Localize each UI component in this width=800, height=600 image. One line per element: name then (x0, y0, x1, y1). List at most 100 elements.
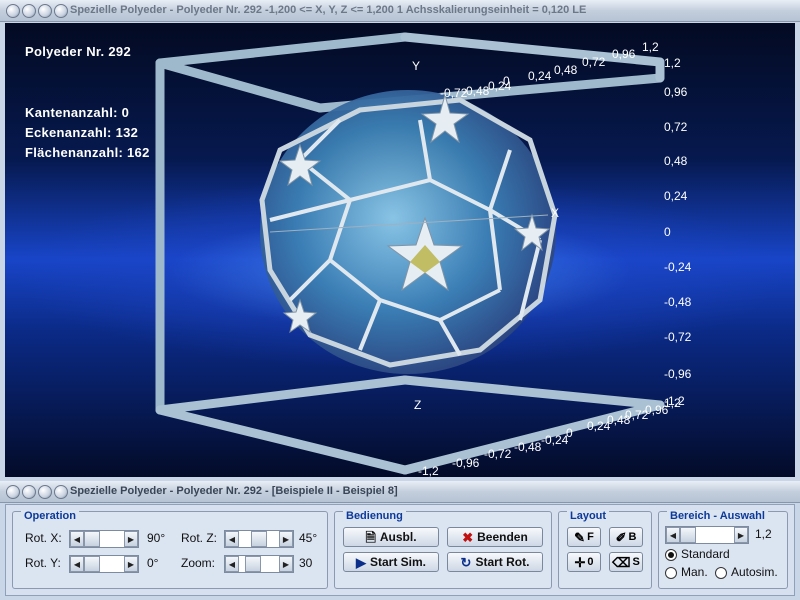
standard-radio[interactable] (665, 549, 677, 561)
rot-z-value: 45° (299, 531, 318, 545)
layout-b-button[interactable]: ✐ B (609, 527, 643, 547)
layout-0-label: 0 (587, 556, 594, 568)
minimize-button[interactable] (22, 485, 36, 499)
tick-label: -0,48 (664, 295, 692, 309)
system-menu-button[interactable] (6, 485, 20, 499)
rotate-icon: ↻ (460, 554, 472, 570)
tick-label: 1,2 (642, 40, 659, 54)
slider-thumb[interactable] (245, 556, 261, 572)
rot-y-label: Rot. Y: (25, 556, 61, 570)
close-button[interactable] (54, 4, 68, 18)
tick-label: 1,2 (664, 396, 681, 410)
tick-label: -0,96 (664, 367, 692, 381)
slider-right-arrow-icon[interactable]: ▶ (124, 556, 138, 572)
zoom-value: 30 (299, 556, 313, 570)
system-menu-button[interactable] (6, 4, 20, 18)
layout-s-button[interactable]: ⌫ S (609, 552, 643, 572)
eraser-icon: ⌫ (612, 554, 631, 570)
control-title-bar[interactable]: Spezielle Polyeder - Polyeder Nr. 292 - … (0, 481, 800, 503)
maximize-button[interactable] (38, 485, 52, 499)
rot-x-value: 90° (147, 531, 166, 545)
maximize-button[interactable] (38, 4, 52, 18)
slider-thumb[interactable] (84, 556, 100, 572)
bedienung-group: Bedienung 🗎 Ausbl. ✖ Beenden ▶ Start Sim… (334, 510, 552, 589)
layout-s-label: S (632, 556, 640, 568)
minimize-button[interactable] (22, 4, 36, 18)
beenden-button[interactable]: ✖ Beenden (447, 527, 543, 547)
rot-x-slider[interactable]: ◀ ▶ (69, 530, 139, 548)
beenden-label: Beenden (477, 530, 528, 544)
axis-x-label: X (551, 206, 559, 220)
slider-left-arrow-icon[interactable]: ◀ (70, 556, 84, 572)
tick-label: -0,72 (664, 330, 692, 344)
slider-right-arrow-icon[interactable]: ▶ (124, 531, 138, 547)
slider-left-arrow-icon[interactable]: ◀ (225, 556, 239, 572)
autosim-radio[interactable] (715, 567, 727, 579)
tick-label: 1,2 (664, 56, 681, 70)
ausblenden-button[interactable]: 🗎 Ausbl. (343, 527, 439, 547)
layout-title: Layout (567, 510, 610, 522)
tick-label: 0,48 (554, 63, 578, 77)
close-button[interactable] (54, 485, 68, 499)
layout-f-label: F (587, 531, 594, 543)
rot-y-slider[interactable]: ◀ ▶ (69, 555, 139, 573)
axis-z-label: Z (414, 398, 421, 412)
tick-label: -0,24 (664, 260, 692, 274)
bereich-title: Bereich - Auswahl (667, 510, 768, 522)
rot-z-label: Rot. Z: (181, 531, 218, 545)
tick-label: -0,48 (514, 440, 542, 454)
bedienung-title: Bedienung (343, 510, 406, 522)
manual-radio[interactable] (665, 567, 677, 579)
polyeder-scene[interactable]: X Z Y 1,2 0,96 0,72 0,48 0,24 0 -0,24 -0… (5, 23, 795, 477)
eckenanzahl-label: Eckenanzahl: 132 (25, 125, 139, 140)
rot-z-slider[interactable]: ◀ ▶ (224, 530, 294, 548)
slider-left-arrow-icon[interactable]: ◀ (666, 527, 680, 543)
hide-icon: 🗎 (365, 529, 376, 545)
tick-label: 0,96 (664, 85, 688, 99)
window-title: Spezielle Polyeder - Polyeder Nr. 292 -1… (70, 4, 587, 16)
layout-group: Layout ✎ F ✐ B ✛ 0 ⌫ S (558, 510, 652, 589)
close-x-icon: ✖ (462, 529, 474, 545)
rot-y-value: 0° (147, 556, 159, 570)
crosshair-icon: ✛ (574, 554, 586, 570)
rot-x-label: Rot. X: (25, 531, 62, 545)
manual-label: Man. (681, 565, 708, 579)
bereich-value: 1,2 (755, 527, 772, 541)
tick-label: 0,24 (664, 189, 688, 203)
tick-label: 0,48 (664, 154, 688, 168)
tick-label: 0,72 (582, 55, 606, 69)
tick-label: -0,24 (541, 433, 569, 447)
polyeder-label: Polyeder Nr. 292 (25, 44, 131, 59)
bottom-axis-ticks: -1,2 -0,96 -0,72 -0,48 -0,24 0 0,24 0,48… (418, 396, 681, 477)
axis-y-label: Y (412, 59, 420, 73)
slider-right-arrow-icon[interactable]: ▶ (279, 531, 293, 547)
slider-right-arrow-icon[interactable]: ▶ (734, 527, 748, 543)
zoom-label: Zoom: (181, 556, 216, 570)
bereich-group: Bereich - Auswahl ◀ ▶ 1,2 Standard Man. … (658, 510, 788, 589)
slider-right-arrow-icon[interactable]: ▶ (279, 556, 293, 572)
start-rotation-label: Start Rot. (475, 555, 530, 569)
polyeder-viewport[interactable]: X Z Y 1,2 0,96 0,72 0,48 0,24 0 -0,24 -0… (5, 23, 795, 477)
bereich-slider[interactable]: ◀ ▶ (665, 526, 749, 544)
slider-thumb[interactable] (680, 527, 696, 543)
tick-label: 0,96 (612, 47, 636, 61)
zoom-slider[interactable]: ◀ ▶ (224, 555, 294, 573)
ausblenden-label: Ausbl. (379, 530, 417, 544)
tick-label: 0,72 (664, 120, 688, 134)
tick-label: 0 (664, 225, 671, 239)
operation-title: Operation (21, 510, 79, 522)
layout-0-button[interactable]: ✛ 0 (567, 552, 601, 572)
slider-left-arrow-icon[interactable]: ◀ (225, 531, 239, 547)
slider-left-arrow-icon[interactable]: ◀ (70, 531, 84, 547)
tick-label: -1,2 (418, 464, 439, 477)
tick-label: -0,72 (484, 447, 512, 461)
layout-f-button[interactable]: ✎ F (567, 527, 601, 547)
slider-thumb[interactable] (84, 531, 100, 547)
brush-icon: ✎ (574, 529, 586, 545)
start-rotation-button[interactable]: ↻ Start Rot. (447, 552, 543, 572)
main-title-bar[interactable]: Spezielle Polyeder - Polyeder Nr. 292 -1… (0, 0, 800, 22)
paint-icon: ✐ (615, 529, 627, 545)
start-simulation-button[interactable]: ▶ Start Sim. (343, 552, 439, 572)
slider-thumb[interactable] (251, 531, 267, 547)
standard-label: Standard (681, 547, 730, 561)
